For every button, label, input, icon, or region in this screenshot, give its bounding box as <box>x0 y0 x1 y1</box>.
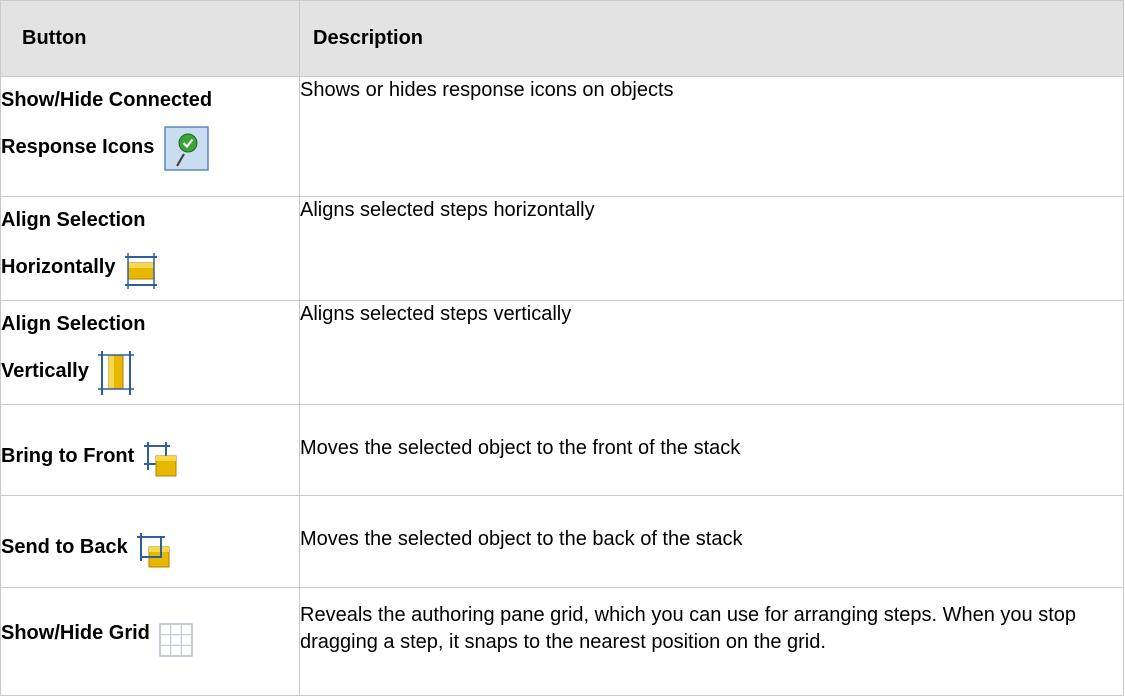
table-row: Send to Back Moves the selected object t… <box>0 495 1124 588</box>
description-cell: Aligns selected steps vertically <box>299 300 1124 405</box>
response-icon <box>164 126 209 171</box>
align-vertical-icon <box>98 351 135 395</box>
table-row: Align Selection Vertically Aligns select… <box>0 300 1124 405</box>
button-cell: Align Selection Vertically <box>0 300 300 405</box>
table-header-row: Button Description <box>0 0 1124 77</box>
button-cell: Align Selection Horizontally <box>0 196 300 301</box>
description-cell: Reveals the authoring pane grid, which y… <box>299 587 1124 696</box>
grid-icon <box>159 623 194 657</box>
description-cell: Moves the selected object to the back of… <box>299 495 1124 588</box>
table-row: Show/Hide Grid Reveals the authoring pan… <box>0 587 1124 696</box>
button-name: Send to Back <box>1 536 128 558</box>
button-name: Show/Hide Connected <box>1 89 213 111</box>
button-cell: Show/Hide Grid <box>0 587 300 696</box>
button-name-cont: Vertically <box>1 360 89 382</box>
button-name: Show/Hide Grid <box>1 622 150 644</box>
bring-to-front-icon <box>143 442 178 480</box>
button-name-cont: Response Icons <box>1 136 155 158</box>
button-description-table: Button Description Show/Hide Connected R… <box>0 0 1124 696</box>
description-cell: Moves the selected object to the front o… <box>299 404 1124 496</box>
button-cell: Bring to Front <box>0 404 300 496</box>
send-to-back-icon <box>137 533 171 571</box>
align-horizontal-icon <box>125 251 158 291</box>
button-name: Bring to Front <box>1 445 135 467</box>
button-cell: Show/Hide Connected Response Icons <box>0 76 300 197</box>
button-cell: Send to Back <box>0 495 300 588</box>
table-row: Align Selection Horizontally Aligns sele… <box>0 196 1124 301</box>
header-button: Button <box>0 0 300 77</box>
description-cell: Aligns selected steps horizontally <box>299 196 1124 301</box>
table-row: Show/Hide Connected Response Icons Shows… <box>0 76 1124 197</box>
description-cell: Shows or hides response icons on objects <box>299 76 1124 197</box>
button-name-cont: Horizontally <box>1 256 116 278</box>
table-row: Bring to Front Moves the selected object… <box>0 404 1124 496</box>
header-description: Description <box>299 0 1124 77</box>
button-name: Align Selection <box>1 313 146 335</box>
button-name: Align Selection <box>1 209 146 231</box>
